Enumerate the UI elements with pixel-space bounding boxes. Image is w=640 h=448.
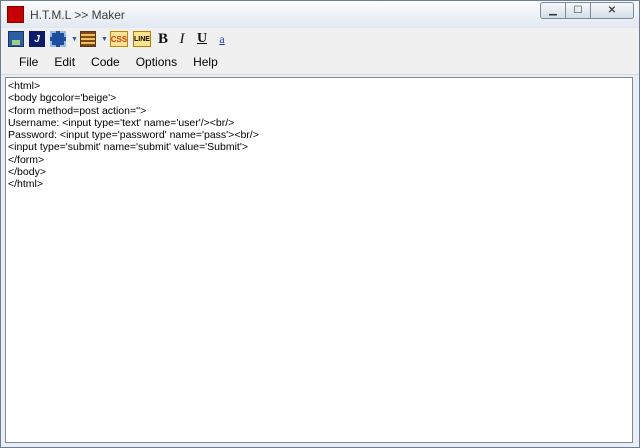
bold-button[interactable]: B — [156, 31, 170, 47]
title-bar[interactable]: H.T.M.L >> Maker ▁ ☐ ✕ — [1, 1, 639, 28]
minimize-button[interactable]: ▁ — [540, 2, 566, 19]
underline-button[interactable]: U — [194, 31, 210, 47]
code-line: </body> — [8, 166, 46, 179]
close-icon: ✕ — [607, 5, 617, 16]
window-title: H.T.M.L >> Maker — [30, 7, 125, 22]
maximize-icon: ☐ — [573, 5, 583, 16]
code-line: Username: <input type='text' name='user'… — [8, 116, 235, 129]
menu-file[interactable]: File — [11, 52, 46, 72]
code-line: </html> — [8, 178, 44, 191]
media-film-icon[interactable] — [50, 31, 66, 47]
menu-code[interactable]: Code — [83, 52, 128, 72]
minimize-icon: ▁ — [549, 5, 557, 16]
toolbar: J ▼ ▼ CSS LINE B I U a — [1, 28, 639, 50]
code-editor[interactable]: <html> <body bgcolor='beige'> <form meth… — [5, 77, 633, 443]
list-icon[interactable] — [80, 31, 96, 47]
list-dropdown-icon[interactable]: ▼ — [101, 31, 108, 47]
code-line: Password: <input type='password' name='p… — [8, 129, 259, 142]
menu-help[interactable]: Help — [185, 52, 226, 72]
java-applet-icon[interactable]: J — [29, 31, 45, 47]
link-button[interactable]: a — [215, 31, 229, 47]
close-button[interactable]: ✕ — [591, 2, 634, 19]
app-window: H.T.M.L >> Maker ▁ ☐ ✕ J ▼ ▼ CSS LINE B … — [0, 0, 640, 448]
code-line: <html> — [8, 80, 41, 92]
app-icon — [7, 6, 24, 23]
media-dropdown-icon[interactable]: ▼ — [71, 31, 78, 47]
menu-bar: File Edit Code Options Help — [1, 50, 639, 75]
code-line: <body bgcolor='beige'> — [8, 92, 117, 105]
insert-image-icon[interactable] — [8, 31, 24, 47]
code-line: </form> — [8, 153, 45, 166]
menu-options[interactable]: Options — [128, 52, 185, 72]
window-controls: ▁ ☐ ✕ — [540, 2, 634, 19]
css-icon[interactable]: CSS — [110, 31, 128, 47]
menu-edit[interactable]: Edit — [46, 52, 83, 72]
code-line: <input type='submit' name='submit' value… — [8, 141, 248, 154]
maximize-button[interactable]: ☐ — [566, 2, 591, 19]
code-line: <form method=post action=''> — [8, 104, 147, 117]
line-icon[interactable]: LINE — [133, 31, 151, 47]
italic-button[interactable]: I — [175, 31, 189, 47]
